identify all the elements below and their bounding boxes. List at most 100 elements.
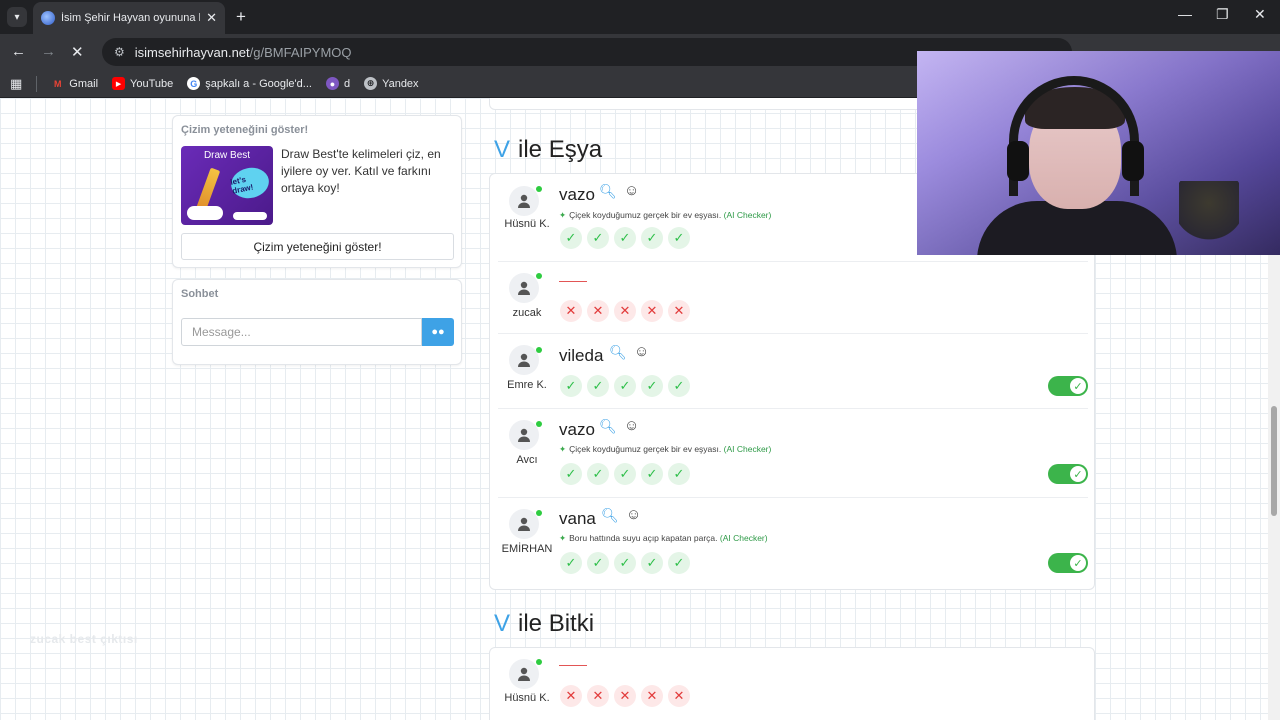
reject-vote-icon[interactable]: ✕ (587, 300, 609, 322)
chat-heading: Sohbet (181, 288, 219, 300)
apps-icon[interactable]: ▦ (10, 76, 22, 92)
avatar (509, 420, 539, 450)
approve-vote-icon[interactable]: ✓ (587, 375, 609, 397)
url-host: isimsehirhayvan.net (134, 44, 250, 60)
search-icon[interactable]: 🔍︎ (599, 183, 617, 200)
approve-vote-icon[interactable]: ✓ (560, 552, 582, 574)
bookmark-d[interactable]: ● d (325, 77, 350, 90)
reject-vote-icon[interactable]: ✕ (614, 300, 636, 322)
stop-loading-icon[interactable]: ✕ (71, 43, 84, 61)
avatar (509, 273, 539, 303)
username: Hüsnü K. (504, 218, 550, 230)
chat-card: Sohbet Message... ●● (172, 279, 462, 365)
draw-best-button[interactable]: Çizim yeteneğini göster! (181, 233, 454, 260)
send-message-button[interactable]: ●● (422, 318, 454, 346)
url-path: /g/BMFAIPYMOQ (249, 44, 352, 60)
bookmark-yandex[interactable]: ⊕ Yandex (364, 77, 419, 90)
empty-answer-dash (559, 281, 587, 282)
forward-icon[interactable]: → (41, 43, 56, 60)
approve-vote-icon[interactable]: ✓ (614, 375, 636, 397)
approve-vote-icon[interactable]: ✓ (668, 227, 690, 249)
reject-vote-icon[interactable]: ✕ (668, 685, 690, 707)
approve-vote-icon[interactable]: ✓ (587, 227, 609, 249)
check-icon: ✓ (1070, 555, 1086, 571)
approve-vote-icon[interactable]: ✓ (614, 463, 636, 485)
message-input[interactable]: Message... (181, 318, 422, 346)
empty-answer-dash (559, 665, 587, 666)
approve-toggle[interactable]: ✓ (1048, 464, 1088, 484)
approve-vote-icon[interactable]: ✓ (641, 375, 663, 397)
approve-vote-icon[interactable]: ✓ (560, 463, 582, 485)
username: Emre K. (507, 379, 547, 391)
avatar (509, 659, 539, 689)
add-reaction-icon[interactable]: ☺ (634, 343, 649, 360)
site-info-icon[interactable]: ⚙ (114, 45, 125, 59)
vote-list: ✓ ✓ ✓ ✓ ✓ (560, 463, 690, 485)
stream-watermark: zucak best çıktısı (30, 632, 138, 646)
username: zucak (512, 307, 542, 319)
close-tab-icon[interactable]: ✕ (206, 10, 217, 26)
search-icon[interactable]: 🔍︎ (609, 344, 627, 361)
youtube-icon: ▶ (112, 77, 126, 90)
online-indicator (536, 659, 542, 665)
reject-vote-icon[interactable]: ✕ (587, 685, 609, 707)
approve-vote-icon[interactable]: ✓ (614, 552, 636, 574)
approve-vote-icon[interactable]: ✓ (614, 227, 636, 249)
reject-vote-icon[interactable]: ✕ (560, 685, 582, 707)
tab-title: İsim Şehir Hayvan oyununa katıl (61, 12, 200, 24)
brand-logo (233, 212, 267, 220)
thumb-title: Draw Best (203, 150, 251, 161)
online-indicator (536, 510, 542, 516)
reject-vote-icon[interactable]: ✕ (668, 300, 690, 322)
scrollbar-thumb[interactable] (1271, 406, 1277, 516)
reject-vote-icon[interactable]: ✕ (614, 685, 636, 707)
new-tab-button[interactable]: + (236, 7, 246, 27)
reject-vote-icon[interactable]: ✕ (641, 685, 663, 707)
google-icon: G (187, 77, 201, 90)
answer-description: ✦ Çiçek koyduğumuz gerçek bir ev eşyası. … (559, 210, 772, 220)
site-favicon-icon (41, 11, 55, 25)
answer-row: Avcı vazo 🔍︎ ☺ ✦ Çiçek koyduğumuz gerçek … (498, 409, 1088, 498)
add-reaction-icon[interactable]: ☺ (624, 182, 639, 199)
reject-vote-icon[interactable]: ✕ (560, 300, 582, 322)
username: Hüsnü K. (504, 692, 550, 704)
sparkle-icon: ✦ (559, 533, 567, 543)
minimize-icon[interactable]: — (1178, 6, 1192, 22)
maximize-icon[interactable]: ❐ (1216, 6, 1229, 23)
approve-vote-icon[interactable]: ✓ (560, 375, 582, 397)
bookmark-youtube[interactable]: ▶ YouTube (112, 77, 173, 90)
add-reaction-icon[interactable]: ☺ (624, 417, 639, 434)
bookmark-gmail[interactable]: M Gmail (51, 77, 98, 90)
back-icon[interactable]: ← (11, 43, 26, 60)
draw-best-card: Çizim yeteneğini göster! Draw Best let's… (172, 115, 462, 268)
search-icon[interactable]: 🔍︎ (601, 507, 619, 524)
approve-vote-icon[interactable]: ✓ (641, 552, 663, 574)
approve-vote-icon[interactable]: ✓ (641, 463, 663, 485)
search-icon[interactable]: 🔍︎ (599, 418, 617, 435)
tab-search-button[interactable]: ▾ (7, 7, 27, 27)
username: EMİRHAN (501, 543, 553, 555)
approve-vote-icon[interactable]: ✓ (668, 552, 690, 574)
answer-row: Hüsnü K. ✕ ✕ ✕ ✕ ✕ (498, 648, 1088, 720)
answer-word: vazo (559, 420, 595, 439)
yandex-icon: ⊕ (364, 77, 378, 90)
reject-vote-icon[interactable]: ✕ (641, 300, 663, 322)
headset-earcup-right (1122, 141, 1144, 181)
approve-toggle[interactable]: ✓ (1048, 376, 1088, 396)
approve-vote-icon[interactable]: ✓ (668, 375, 690, 397)
approve-vote-icon[interactable]: ✓ (560, 227, 582, 249)
draw-best-thumbnail[interactable]: Draw Best let's draw! (181, 146, 273, 225)
approve-vote-icon[interactable]: ✓ (641, 227, 663, 249)
avatar (509, 345, 539, 375)
add-reaction-icon[interactable]: ☺ (626, 506, 641, 523)
browser-tab[interactable]: İsim Şehir Hayvan oyununa katıl ✕ (33, 2, 225, 34)
bookmark-google-search[interactable]: Gşapkalı a - Google'd... (187, 77, 312, 90)
bookmarks-divider (36, 75, 38, 92)
answer-row: zucak ✕ ✕ ✕ ✕ ✕ (498, 262, 1088, 334)
approve-toggle[interactable]: ✓ (1048, 553, 1088, 573)
approve-vote-icon[interactable]: ✓ (587, 552, 609, 574)
approve-vote-icon[interactable]: ✓ (587, 463, 609, 485)
approve-vote-icon[interactable]: ✓ (668, 463, 690, 485)
answer-description: ✦ Çiçek koyduğumuz gerçek bir ev eşyası. … (559, 444, 772, 454)
close-window-icon[interactable]: ✕ (1254, 6, 1266, 23)
